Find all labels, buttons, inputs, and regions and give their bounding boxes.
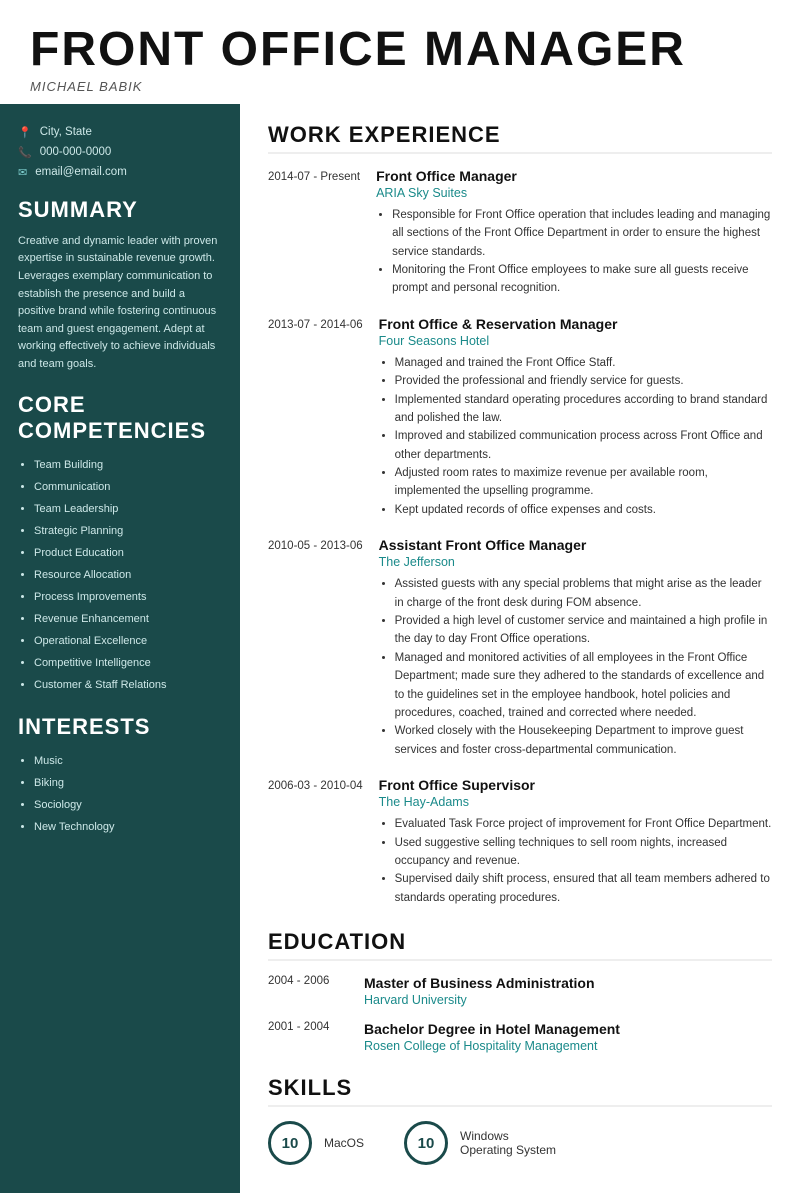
work-entry-2: 2013-07 - 2014-06 Front Office & Reserva… (268, 316, 772, 520)
phone-icon: 📞 (18, 146, 32, 159)
job-title-1: Front Office Manager (376, 168, 772, 184)
list-item: Music (34, 750, 222, 772)
list-item: Customer & Staff Relations (34, 674, 222, 696)
work-details-2: Front Office & Reservation Manager Four … (379, 316, 772, 520)
phone-text: 000-000-0000 (40, 146, 112, 158)
education-title: EDUCATION (268, 929, 772, 961)
list-item: Kept updated records of office expenses … (395, 501, 772, 519)
contact-info: 📍 City, State 📞 000-000-0000 ✉ email@ema… (18, 126, 222, 179)
edu-degree-1: Master of Business Administration (364, 975, 772, 991)
header: FRONT OFFICE MANAGER MICHAEL BABIK (0, 0, 800, 104)
job-title-2: Front Office & Reservation Manager (379, 316, 772, 332)
list-item: Improved and stabilized communication pr… (395, 427, 772, 464)
work-details-1: Front Office Manager ARIA Sky Suites Res… (376, 168, 772, 298)
job-title-4: Front Office Supervisor (379, 777, 772, 793)
edu-details-1: Master of Business Administration Harvar… (364, 975, 772, 1007)
summary-text: Creative and dynamic leader with proven … (18, 233, 222, 374)
list-item: Team Leadership (34, 498, 222, 520)
job-bullets-2: Managed and trained the Front Office Sta… (379, 354, 772, 520)
job-bullets-1: Responsible for Front Office operation t… (376, 206, 772, 298)
competencies-title: CORECOMPETENCIES (18, 392, 222, 444)
work-entry-4: 2006-03 - 2010-04 Front Office Superviso… (268, 777, 772, 907)
skill-label-1: MacOS (324, 1136, 364, 1150)
list-item: Operational Excellence (34, 630, 222, 652)
list-item: Strategic Planning (34, 520, 222, 542)
edu-entry-2: 2001 - 2004 Bachelor Degree in Hotel Man… (268, 1021, 772, 1053)
list-item: Product Education (34, 542, 222, 564)
competencies-list: Team Building Communication Team Leaders… (18, 454, 222, 696)
list-item: Sociology (34, 794, 222, 816)
list-item: Process Improvements (34, 586, 222, 608)
list-item: Worked closely with the Housekeeping Dep… (395, 722, 772, 759)
skills-title: SKILLS (268, 1075, 772, 1107)
company-name-4: The Hay-Adams (379, 795, 772, 809)
location-icon: 📍 (18, 126, 32, 139)
edu-entry-1: 2004 - 2006 Master of Business Administr… (268, 975, 772, 1007)
edu-dates-1: 2004 - 2006 (268, 975, 348, 1007)
edu-school-1: Harvard University (364, 993, 772, 1007)
list-item: Evaluated Task Force project of improvem… (395, 815, 772, 833)
work-details-4: Front Office Supervisor The Hay-Adams Ev… (379, 777, 772, 907)
list-item: Responsible for Front Office operation t… (392, 206, 772, 261)
list-item: Provided a high level of customer servic… (395, 612, 772, 649)
list-item: Supervised daily shift process, ensured … (395, 870, 772, 907)
list-item: Provided the professional and friendly s… (395, 372, 772, 390)
list-item: Resource Allocation (34, 564, 222, 586)
company-name-1: ARIA Sky Suites (376, 186, 772, 200)
list-item: Monitoring the Front Office employees to… (392, 261, 772, 298)
list-item: Managed and monitored activities of all … (395, 649, 772, 723)
company-name-3: The Jefferson (379, 555, 772, 569)
list-item: Communication (34, 476, 222, 498)
list-item: Used suggestive selling techniques to se… (395, 834, 772, 871)
list-item: Biking (34, 772, 222, 794)
work-entry-3: 2010-05 - 2013-06 Assistant Front Office… (268, 537, 772, 759)
list-item: Managed and trained the Front Office Sta… (395, 354, 772, 372)
email-text: email@email.com (35, 166, 127, 178)
job-bullets-4: Evaluated Task Force project of improvem… (379, 815, 772, 907)
work-dates-4: 2006-03 - 2010-04 (268, 777, 363, 907)
phone-item: 📞 000-000-0000 (18, 146, 222, 159)
location-text: City, State (40, 126, 92, 138)
work-dates-2: 2013-07 - 2014-06 (268, 316, 363, 520)
work-details-3: Assistant Front Office Manager The Jeffe… (379, 537, 772, 759)
job-bullets-3: Assisted guests with any special problem… (379, 575, 772, 759)
list-item: Competitive Intelligence (34, 652, 222, 674)
company-name-2: Four Seasons Hotel (379, 334, 772, 348)
summary-title: SUMMARY (18, 197, 222, 223)
list-item: Adjusted room rates to maximize revenue … (395, 464, 772, 501)
work-dates-1: 2014-07 - Present (268, 168, 360, 298)
list-item: Team Building (34, 454, 222, 476)
skill-label-2: Windows Operating System (460, 1129, 560, 1157)
email-icon: ✉ (18, 166, 27, 179)
sidebar: 📍 City, State 📞 000-000-0000 ✉ email@ema… (0, 104, 240, 1193)
page-title: FRONT OFFICE MANAGER (30, 24, 770, 77)
candidate-name: MICHAEL BABIK (30, 79, 770, 94)
list-item: Implemented standard operating procedure… (395, 391, 772, 428)
email-item: ✉ email@email.com (18, 166, 222, 179)
interests-list: Music Biking Sociology New Technology (18, 750, 222, 838)
interests-title: INTERESTS (18, 714, 222, 740)
list-item: Revenue Enhancement (34, 608, 222, 630)
edu-school-2: Rosen College of Hospitality Management (364, 1039, 772, 1053)
edu-dates-2: 2001 - 2004 (268, 1021, 348, 1053)
work-experience-title: WORK EXPERIENCE (268, 122, 772, 154)
work-dates-3: 2010-05 - 2013-06 (268, 537, 363, 759)
job-title-3: Assistant Front Office Manager (379, 537, 772, 553)
list-item: Assisted guests with any special problem… (395, 575, 772, 612)
list-item: New Technology (34, 816, 222, 838)
location-item: 📍 City, State (18, 126, 222, 139)
main-content: WORK EXPERIENCE 2014-07 - Present Front … (240, 104, 800, 1193)
main-layout: 📍 City, State 📞 000-000-0000 ✉ email@ema… (0, 104, 800, 1193)
work-entry-1: 2014-07 - Present Front Office Manager A… (268, 168, 772, 298)
edu-degree-2: Bachelor Degree in Hotel Management (364, 1021, 772, 1037)
edu-details-2: Bachelor Degree in Hotel Management Rose… (364, 1021, 772, 1053)
